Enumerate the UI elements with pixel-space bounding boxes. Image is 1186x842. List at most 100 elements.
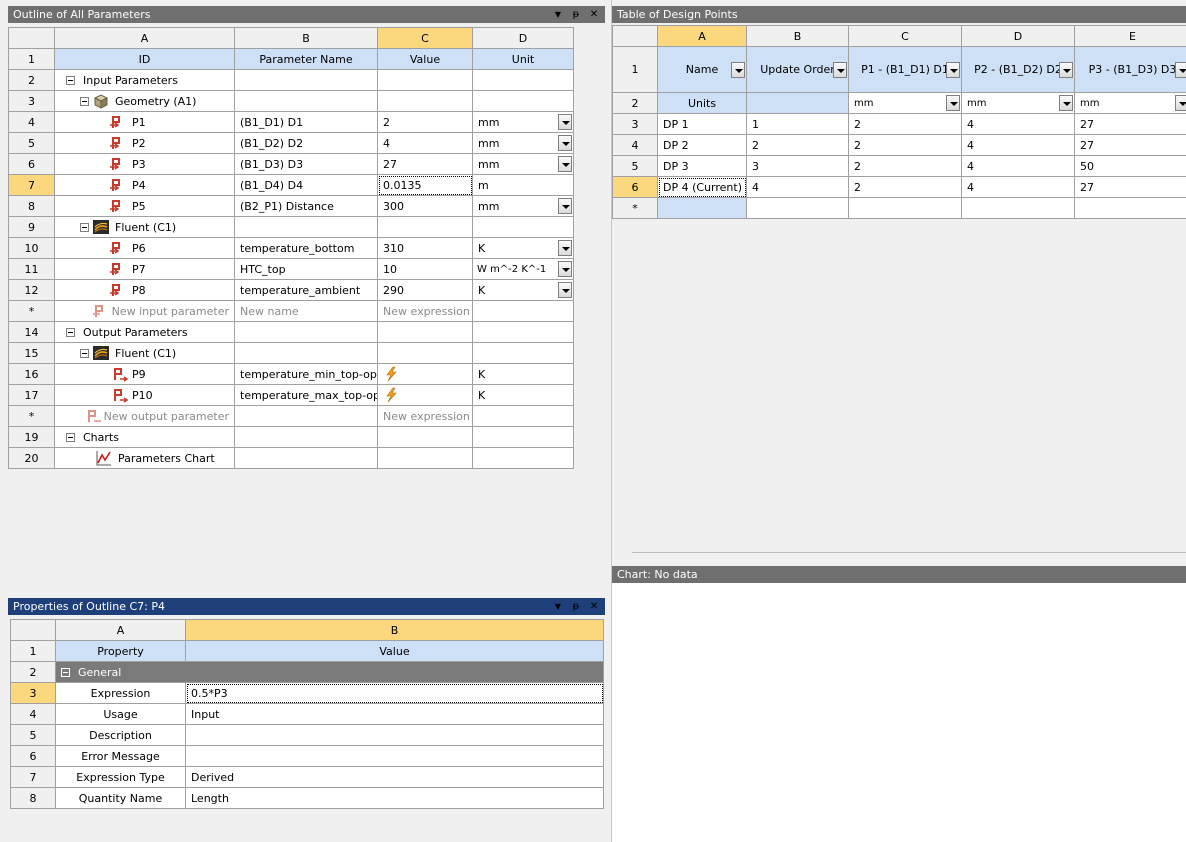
- parameter-value[interactable]: 27: [377, 153, 473, 175]
- pin-icon[interactable]: ᵽ: [571, 9, 581, 21]
- unit-dropdown-icon[interactable]: [558, 114, 572, 130]
- p2-cell[interactable]: 4: [961, 176, 1075, 198]
- parameter-name[interactable]: temperature_bottom: [234, 237, 378, 259]
- p2-cell[interactable]: 4: [961, 155, 1075, 177]
- table-row[interactable]: 11 P7 HTC_top 10 W m^-2 K^-1: [8, 258, 574, 280]
- collapse-icon[interactable]: [66, 432, 75, 442]
- table-row[interactable]: 14 Output Parameters: [8, 321, 574, 343]
- p1-cell[interactable]: 2: [848, 113, 962, 135]
- parameter-name[interactable]: temperature_min_top-op: [234, 363, 378, 385]
- property-row[interactable]: 6 Error Message: [10, 745, 604, 767]
- new-expression-placeholder[interactable]: New expression: [377, 300, 473, 322]
- p1-cell[interactable]: 2: [848, 155, 962, 177]
- description-input[interactable]: [185, 724, 604, 746]
- new-design-point-row[interactable]: *: [612, 197, 1186, 219]
- new-output-row[interactable]: * New output parameter New expression: [8, 405, 574, 427]
- column-letter-a[interactable]: A: [657, 25, 747, 47]
- update-order-cell[interactable]: 4: [746, 176, 849, 198]
- filter-dropdown-icon[interactable]: [946, 61, 960, 78]
- filter-dropdown-icon[interactable]: [1175, 61, 1186, 78]
- parameter-name[interactable]: (B1_D4) D4: [234, 174, 378, 196]
- new-design-point-cell[interactable]: [657, 197, 747, 219]
- p1-cell[interactable]: 2: [848, 176, 962, 198]
- p3-cell[interactable]: 50: [1074, 155, 1186, 177]
- parameter-value[interactable]: 10: [377, 258, 473, 280]
- unit-dropdown-icon[interactable]: [558, 240, 572, 256]
- column-letter-b[interactable]: B: [746, 25, 849, 47]
- design-point-row-current[interactable]: 6 DP 4 (Current) 4 2 4 27: [612, 176, 1186, 198]
- unit-label[interactable]: m: [472, 174, 574, 196]
- unit-dropdown-icon[interactable]: [558, 282, 572, 298]
- table-row[interactable]: 8 P5 (B2_P1) Distance 300 mm: [8, 195, 574, 217]
- p3-cell[interactable]: 27: [1074, 113, 1186, 135]
- unit-dropdown-icon[interactable]: [946, 95, 960, 111]
- table-row[interactable]: 3 Geometry (A1): [8, 90, 574, 112]
- collapse-icon[interactable]: [66, 327, 75, 337]
- table-row[interactable]: 2 Input Parameters: [8, 69, 574, 91]
- table-row[interactable]: 5 P2 (B1_D2) D2 4 mm: [8, 132, 574, 154]
- collapse-icon[interactable]: [61, 667, 70, 677]
- filter-dropdown-icon[interactable]: [731, 61, 745, 78]
- p2-cell[interactable]: 4: [961, 134, 1075, 156]
- unit-dropdown-icon[interactable]: [558, 156, 572, 172]
- unit-dropdown-icon[interactable]: [1175, 95, 1186, 111]
- new-expression-placeholder[interactable]: New expression: [377, 405, 473, 427]
- design-point-name[interactable]: DP 1: [657, 113, 747, 135]
- p3-cell[interactable]: 27: [1074, 134, 1186, 156]
- parameter-value[interactable]: 290: [377, 279, 473, 301]
- close-icon[interactable]: ✕: [589, 601, 599, 613]
- horizontal-scrollbar[interactable]: [632, 552, 1186, 553]
- table-row[interactable]: 17 P10 temperature_max_top-op K: [8, 384, 574, 406]
- parameter-value[interactable]: 300: [377, 195, 473, 217]
- unit-dropdown-icon[interactable]: [558, 261, 572, 277]
- unit-dropdown-icon[interactable]: [558, 198, 572, 214]
- parameter-value[interactable]: 4: [377, 132, 473, 154]
- parameter-name[interactable]: HTC_top: [234, 258, 378, 280]
- column-letter-c[interactable]: C: [377, 27, 473, 49]
- parameter-name[interactable]: temperature_ambient: [234, 279, 378, 301]
- property-row[interactable]: 7 Expression Type Derived: [10, 766, 604, 788]
- collapse-icon[interactable]: [80, 222, 89, 232]
- property-row[interactable]: 4 Usage Input: [10, 703, 604, 725]
- p1-cell[interactable]: 2: [848, 134, 962, 156]
- table-row-selected[interactable]: 7 P4 (B1_D4) D4 0.0135 m: [8, 174, 574, 196]
- update-order-cell[interactable]: 2: [746, 134, 849, 156]
- column-letter-a[interactable]: A: [54, 27, 235, 49]
- column-letter-e[interactable]: E: [1074, 25, 1186, 47]
- property-row-selected[interactable]: 3 Expression 0.5*P3: [10, 682, 604, 704]
- parameter-name[interactable]: temperature_max_top-op: [234, 384, 378, 406]
- column-letter-a[interactable]: A: [55, 619, 186, 641]
- vertical-splitter[interactable]: [605, 0, 612, 842]
- column-letter-d[interactable]: D: [472, 27, 574, 49]
- section-row[interactable]: 2 General: [10, 661, 604, 683]
- new-name-placeholder[interactable]: New name: [234, 300, 378, 322]
- design-point-name[interactable]: DP 2: [657, 134, 747, 156]
- expression-input[interactable]: 0.5*P3: [185, 682, 604, 704]
- design-point-row[interactable]: 3 DP 1 1 2 4 27: [612, 113, 1186, 135]
- panel-menu-icon[interactable]: ▼: [553, 601, 563, 613]
- table-row[interactable]: 9 Fluent (C1): [8, 216, 574, 238]
- new-input-row[interactable]: * New input parameter New name New expre…: [8, 300, 574, 322]
- close-icon[interactable]: ✕: [589, 9, 599, 21]
- table-row[interactable]: 4 P1 (B1_D1) D1 2 mm: [8, 111, 574, 133]
- p3-cell[interactable]: 27: [1074, 176, 1186, 198]
- design-point-name[interactable]: DP 4 (Current): [657, 176, 747, 198]
- pin-icon[interactable]: ᵽ: [571, 601, 581, 613]
- p2-cell[interactable]: 4: [961, 113, 1075, 135]
- parameter-value[interactable]: 2: [377, 111, 473, 133]
- property-row[interactable]: 8 Quantity Name Length: [10, 787, 604, 809]
- table-row[interactable]: 10 P6 temperature_bottom 310 K: [8, 237, 574, 259]
- column-letter-b[interactable]: B: [185, 619, 604, 641]
- design-point-row[interactable]: 4 DP 2 2 2 4 27: [612, 134, 1186, 156]
- update-order-cell[interactable]: 3: [746, 155, 849, 177]
- unit-dropdown-icon[interactable]: [1059, 95, 1073, 111]
- collapse-icon[interactable]: [80, 96, 89, 106]
- table-row[interactable]: 15 Fluent (C1): [8, 342, 574, 364]
- parameter-name[interactable]: (B1_D1) D1: [234, 111, 378, 133]
- parameter-name[interactable]: (B1_D2) D2: [234, 132, 378, 154]
- design-point-name[interactable]: DP 3: [657, 155, 747, 177]
- collapse-icon[interactable]: [80, 348, 89, 358]
- column-letter-c[interactable]: C: [848, 25, 962, 47]
- column-letter-b[interactable]: B: [234, 27, 378, 49]
- table-row[interactable]: 19 Charts: [8, 426, 574, 448]
